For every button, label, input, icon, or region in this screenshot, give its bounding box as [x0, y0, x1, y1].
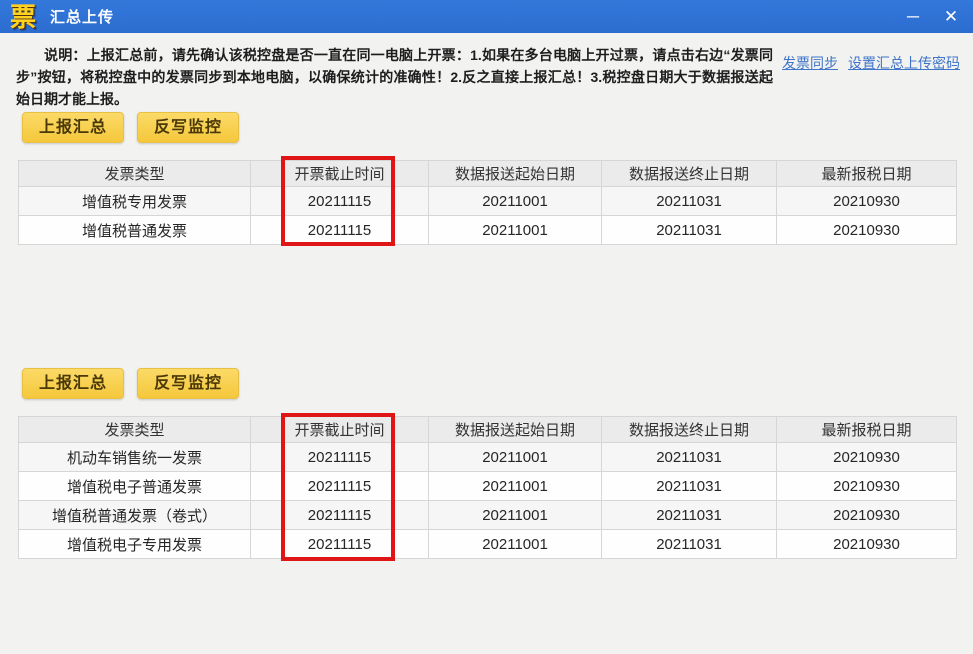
cell-report-end-date: 20211031: [601, 215, 777, 245]
cell-report-start-date: 20211001: [428, 500, 602, 530]
header-report-end-date: 数据报送终止日期: [601, 416, 777, 443]
top-links: 发票同步 设置汇总上传密码: [782, 53, 960, 73]
cell-invoice-type: 增值税普通发票（卷式）: [18, 500, 251, 530]
cell-report-start-date: 20211001: [428, 215, 602, 245]
invoice-sync-link[interactable]: 发票同步: [782, 53, 838, 73]
report-summary-button-2[interactable]: 上报汇总: [22, 368, 125, 399]
table2-header-row: 发票类型 开票截止时间 数据报送起始日期 数据报送终止日期 最新报税日期: [18, 416, 957, 443]
close-button[interactable]: ✕: [939, 5, 963, 29]
cell-report-start-date: 20211001: [428, 471, 602, 501]
cell-report-start-date: 20211001: [428, 186, 602, 216]
cell-invoicing-deadline: 20211115: [250, 215, 429, 245]
header-invoicing-deadline: 开票截止时间: [250, 160, 429, 187]
cell-report-end-date: 20211031: [601, 186, 777, 216]
header-invoice-type: 发票类型: [18, 160, 251, 187]
writeback-monitor-button-1[interactable]: 反写监控: [137, 112, 240, 143]
header-latest-tax-date: 最新报税日期: [776, 160, 957, 187]
titlebar: 票 汇总上传 ─ ✕: [0, 0, 973, 33]
cell-report-end-date: 20211031: [601, 442, 777, 472]
table-row: 增值税专用发票 20211115 20211001 20211031 20210…: [18, 186, 957, 216]
minimize-button[interactable]: ─: [901, 5, 925, 29]
cell-report-end-date: 20211031: [601, 529, 777, 559]
cell-report-start-date: 20211001: [428, 442, 602, 472]
header-report-start-date: 数据报送起始日期: [428, 416, 602, 443]
cell-latest-tax-date: 20210930: [776, 500, 957, 530]
cell-report-start-date: 20211001: [428, 529, 602, 559]
cell-invoicing-deadline: 20211115: [250, 442, 429, 472]
cell-invoice-type: 机动车销售统一发票: [18, 442, 251, 472]
window-title: 汇总上传: [50, 9, 115, 26]
cell-invoice-type: 增值税电子专用发票: [18, 529, 251, 559]
header-invoicing-deadline: 开票截止时间: [250, 416, 429, 443]
table-row: 机动车销售统一发票 20211115 20211001 20211031 202…: [18, 442, 957, 472]
cell-invoicing-deadline: 20211115: [250, 471, 429, 501]
header-report-start-date: 数据报送起始日期: [428, 160, 602, 187]
set-upload-password-link[interactable]: 设置汇总上传密码: [848, 53, 960, 73]
table-row: 增值税电子专用发票 20211115 20211001 20211031 202…: [18, 529, 957, 559]
cell-report-end-date: 20211031: [601, 471, 777, 501]
report-summary-button-1[interactable]: 上报汇总: [22, 112, 125, 143]
table1-header-row: 发票类型 开票截止时间 数据报送起始日期 数据报送终止日期 最新报税日期: [18, 160, 957, 187]
header-latest-tax-date: 最新报税日期: [776, 416, 957, 443]
cell-invoicing-deadline: 20211115: [250, 529, 429, 559]
header-invoice-type: 发票类型: [18, 416, 251, 443]
cell-latest-tax-date: 20210930: [776, 442, 957, 472]
table-row: 增值税普通发票 20211115 20211001 20211031 20210…: [18, 215, 957, 245]
section2-button-row: 上报汇总 反写监控: [22, 368, 240, 399]
cell-invoicing-deadline: 20211115: [250, 186, 429, 216]
header-report-end-date: 数据报送终止日期: [601, 160, 777, 187]
cell-latest-tax-date: 20210930: [776, 186, 957, 216]
section1-button-row: 上报汇总 反写监控: [22, 112, 240, 143]
note-text: 说明：上报汇总前，请先确认该税控盘是否一直在同一电脑上开票：1.如果在多台电脑上…: [16, 47, 773, 107]
cell-latest-tax-date: 20210930: [776, 215, 957, 245]
cell-invoice-type: 增值税电子普通发票: [18, 471, 251, 501]
cell-invoice-type: 增值税专用发票: [18, 186, 251, 216]
invoice-table-2: 发票类型 开票截止时间 数据报送起始日期 数据报送终止日期 最新报税日期 机动车…: [18, 416, 957, 559]
app-logo-icon: 票: [10, 1, 37, 32]
table-row: 增值税电子普通发票 20211115 20211001 20211031 202…: [18, 471, 957, 501]
writeback-monitor-button-2[interactable]: 反写监控: [137, 368, 240, 399]
cell-latest-tax-date: 20210930: [776, 471, 957, 501]
window-controls: ─ ✕: [901, 5, 963, 29]
invoice-table-1: 发票类型 开票截止时间 数据报送起始日期 数据报送终止日期 最新报税日期 增值税…: [18, 160, 957, 245]
cell-invoice-type: 增值税普通发票: [18, 215, 251, 245]
cell-invoicing-deadline: 20211115: [250, 500, 429, 530]
summary-upload-window: { "window": { "logo_glyph": "票", "title"…: [0, 0, 973, 654]
cell-latest-tax-date: 20210930: [776, 529, 957, 559]
cell-report-end-date: 20211031: [601, 500, 777, 530]
table-row: 增值税普通发票（卷式） 20211115 20211001 20211031 2…: [18, 500, 957, 530]
